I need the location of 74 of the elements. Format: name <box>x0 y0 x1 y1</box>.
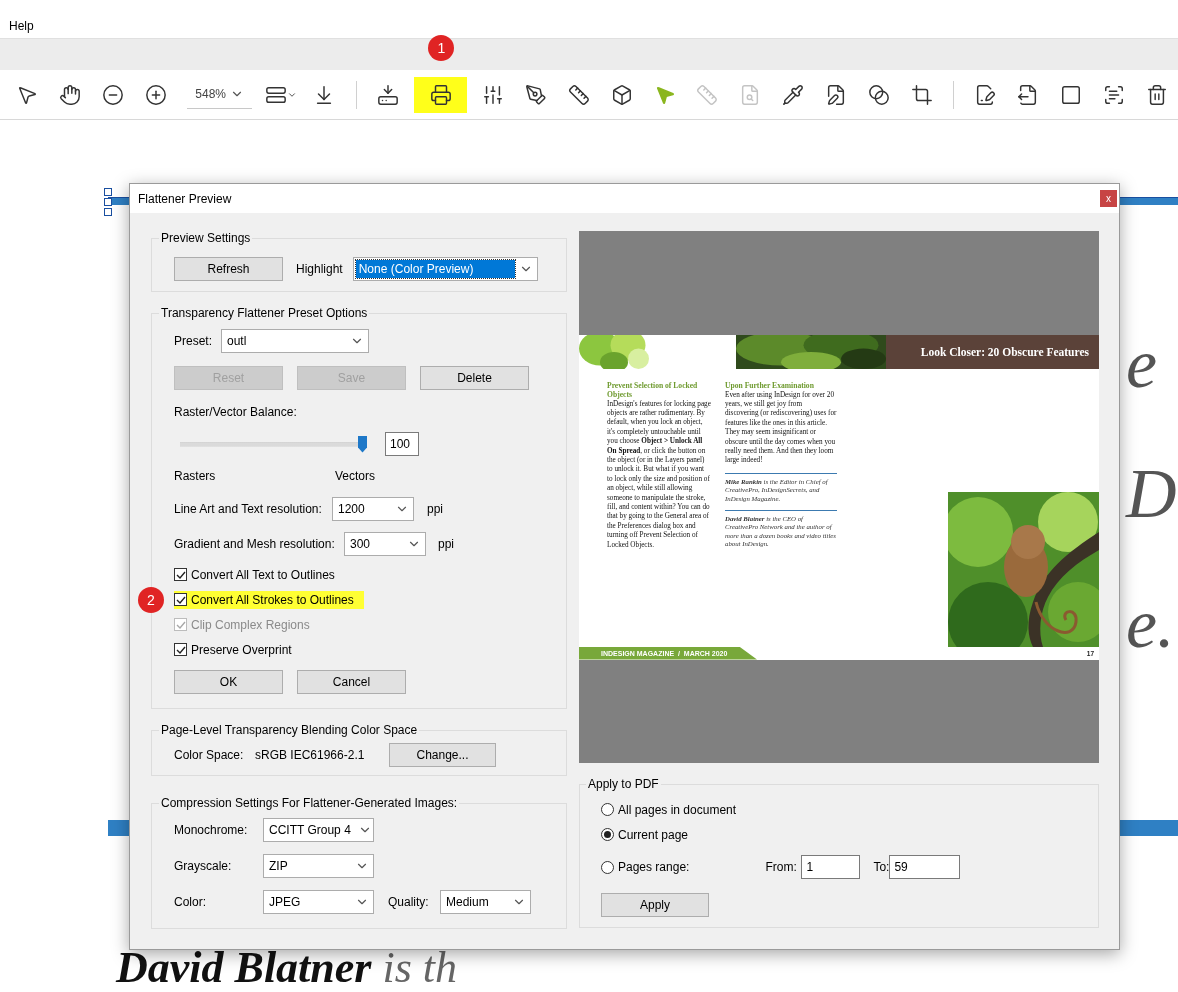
field-label: Quality: <box>388 895 430 909</box>
unit-label: ppi <box>438 537 454 551</box>
resolution-dropdown[interactable]: 300 <box>344 532 426 556</box>
zoom-in-icon[interactable] <box>144 83 167 106</box>
document-text: D <box>1126 454 1177 534</box>
radio-button[interactable]: All pages in document <box>601 800 747 819</box>
checkbox[interactable]: Convert All Text to Outlines <box>174 565 345 584</box>
field-label: Monochrome: <box>174 823 249 837</box>
document-text: e <box>1126 324 1158 404</box>
field-label: Line Art and Text resolution: <box>174 502 323 516</box>
crop-icon[interactable] <box>910 83 933 106</box>
menu-item[interactable]: Help <box>9 19 34 33</box>
document-text: David Blatner is th <box>116 946 458 990</box>
dialog-title: Flattener Preview <box>138 191 232 206</box>
resolution-dropdown[interactable]: 1200 <box>332 497 414 521</box>
field-label: Color: <box>174 895 207 909</box>
checkmark-icon <box>175 569 186 580</box>
cancel-button[interactable]: Cancel <box>297 670 406 694</box>
sliders-icon[interactable] <box>482 83 505 106</box>
pipette-icon[interactable] <box>782 83 805 106</box>
checkbox[interactable]: Convert All Strokes to Outlines <box>174 590 364 609</box>
compression-dropdown[interactable]: ZIP <box>263 854 374 878</box>
text-frame-icon[interactable] <box>1102 83 1125 106</box>
from-field[interactable]: 1 <box>801 855 861 879</box>
zoom-field[interactable]: 548% <box>187 80 252 109</box>
tray-download-icon[interactable] <box>376 83 399 106</box>
pen-nib-icon[interactable] <box>525 83 548 106</box>
change-button[interactable]: Change... <box>389 743 496 767</box>
field-label: From: <box>765 860 798 874</box>
group-title: Page-Level Transparency Blending Color Space <box>160 723 419 737</box>
balance-field[interactable]: 100 <box>385 432 419 456</box>
scale-label: Vectors <box>335 469 376 483</box>
trash-icon[interactable] <box>1145 83 1168 106</box>
group-title: Transparency Flattener Preset Options <box>160 306 369 320</box>
ok-button[interactable]: OK <box>174 670 283 694</box>
edit-document-icon[interactable] <box>974 83 997 106</box>
document-text: e. <box>1126 584 1175 664</box>
compression-dropdown[interactable]: CCITT Group 4 <box>263 818 374 842</box>
close-button[interactable]: x <box>1100 190 1117 207</box>
scale-label: Rasters <box>174 469 217 483</box>
refresh-button[interactable]: Refresh <box>174 257 283 281</box>
checkmark-icon <box>175 594 186 605</box>
group-title: Apply to PDF <box>587 777 660 791</box>
preset-dropdown[interactable]: outl <box>221 329 369 353</box>
field-label: Grayscale: <box>174 859 233 873</box>
group-title: Compression Settings For Flattener-Generated Images: <box>160 796 459 810</box>
field-label: Color Space: <box>174 748 245 762</box>
page-header-title: Look Closer: 20 Obscure Features <box>920 345 1089 358</box>
checkmark-icon <box>175 644 186 655</box>
highlight-dropdown[interactable]: None (Color Preview) <box>352 257 538 281</box>
field-label: Preset: <box>174 334 213 348</box>
field-label: Highlight <box>296 262 343 276</box>
radio-button[interactable]: Current page <box>601 825 699 844</box>
callout-badge: 2 <box>138 587 164 613</box>
field-label: Raster/Vector Balance: <box>174 405 297 419</box>
radio-button[interactable]: Pages range: <box>601 858 700 876</box>
group-title: Preview Settings <box>160 231 252 245</box>
apply-button[interactable]: Apply <box>601 893 709 917</box>
zoom-out-icon[interactable] <box>102 83 125 106</box>
to-field[interactable]: 59 <box>889 855 961 879</box>
checkbox[interactable]: Preserve Overprint <box>174 640 302 659</box>
field-label: To: <box>873 860 890 874</box>
ruler-icon[interactable] <box>567 83 590 106</box>
quality-dropdown[interactable]: Medium <box>440 890 531 914</box>
slider-thumb[interactable] <box>358 435 367 453</box>
field-label: Gradient and Mesh resolution: <box>174 537 336 551</box>
preset-button[interactable]: Delete <box>420 366 529 390</box>
color-space-value: sRGB IEC61966-2.1 <box>255 748 366 762</box>
cube-icon[interactable] <box>610 83 633 106</box>
compression-dropdown[interactable]: JPEG <box>263 890 374 914</box>
hand-icon[interactable] <box>59 83 82 106</box>
checkmark-icon <box>175 619 186 630</box>
unit-label: ppi <box>427 502 443 516</box>
square-icon[interactable] <box>1060 83 1083 106</box>
